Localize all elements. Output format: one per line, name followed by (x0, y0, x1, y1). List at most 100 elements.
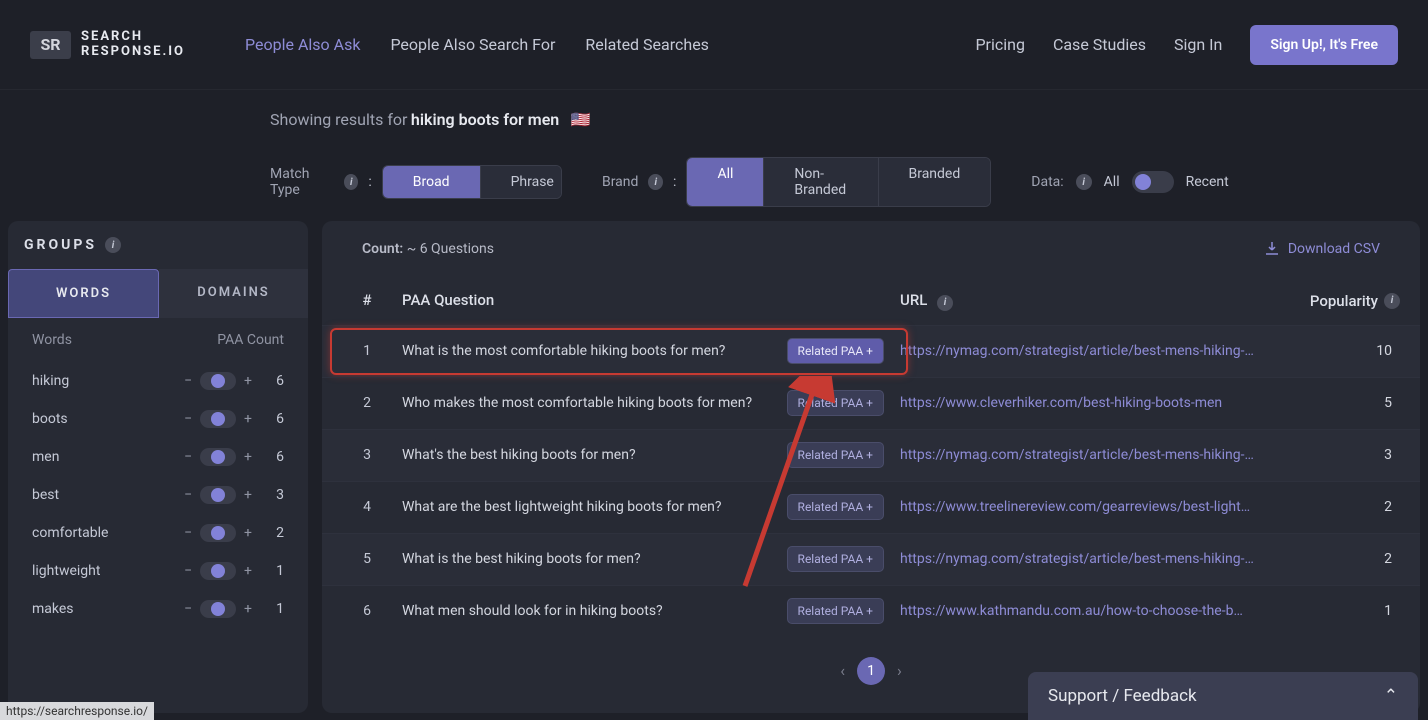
word-text: lightweight (32, 563, 184, 579)
minus-button[interactable]: − (184, 563, 192, 579)
minus-button[interactable]: − (184, 373, 192, 389)
table: # PAA Question URL i Popularity i 1 What… (322, 277, 1420, 637)
word-toggle[interactable] (200, 410, 236, 428)
cell-num: 3 (342, 447, 392, 463)
words-header: Words PAA Count (8, 318, 308, 362)
word-toggle[interactable] (200, 486, 236, 504)
col-question: PAA Question (392, 291, 900, 311)
plus-button[interactable]: + (244, 449, 252, 465)
cell-question: What men should look for in hiking boots… (392, 598, 900, 624)
word-text: men (32, 449, 184, 465)
word-control: − + 6 (184, 372, 284, 390)
nav-case-studies[interactable]: Case Studies (1053, 35, 1146, 54)
related-paa-button[interactable]: Related PAA + (787, 546, 884, 572)
nav-people-also-ask[interactable]: People Also Ask (245, 35, 360, 54)
download-csv-button[interactable]: Download CSV (1264, 241, 1380, 257)
cell-question: What is the best hiking boots for men? R… (392, 546, 900, 572)
minus-button[interactable]: − (184, 411, 192, 427)
minus-button[interactable]: − (184, 449, 192, 465)
cell-question: What's the best hiking boots for men? Re… (392, 442, 900, 468)
cell-num: 2 (342, 395, 392, 411)
content: Count: ~ 6 Questions Download CSV # PAA … (322, 221, 1420, 713)
data-toggle[interactable] (1132, 171, 1174, 193)
word-toggle[interactable] (200, 562, 236, 580)
brand-label: Brand (602, 174, 638, 190)
minus-button[interactable]: − (184, 601, 192, 617)
related-paa-button[interactable]: Related PAA + (787, 494, 884, 520)
match-phrase-button[interactable]: Phrase (481, 166, 562, 198)
cell-popularity: 10 (1290, 343, 1400, 359)
cell-question: Who makes the most comfortable hiking bo… (392, 390, 900, 416)
table-row: 5 What is the best hiking boots for men?… (322, 533, 1420, 585)
info-icon[interactable]: i (105, 237, 121, 253)
question-text: What's the best hiking boots for men? (402, 447, 636, 463)
header: SR SEARCH RESPONSE.IO People Also Ask Pe… (0, 0, 1428, 90)
cell-popularity: 5 (1290, 395, 1400, 411)
cell-url[interactable]: https://nymag.com/strategist/article/bes… (900, 551, 1290, 567)
plus-button[interactable]: + (244, 411, 252, 427)
word-toggle[interactable] (200, 600, 236, 618)
word-toggle[interactable] (200, 448, 236, 466)
cell-popularity: 3 (1290, 447, 1400, 463)
nav-sign-in[interactable]: Sign In (1174, 35, 1222, 54)
info-icon[interactable]: i (648, 174, 663, 190)
feedback-label: Support / Feedback (1048, 686, 1197, 706)
word-row: best − + 3 (8, 476, 308, 514)
logo[interactable]: SR SEARCH RESPONSE.IO (30, 30, 185, 59)
cell-url[interactable]: https://nymag.com/strategist/article/bes… (900, 447, 1290, 463)
table-row: 2 Who makes the most comfortable hiking … (322, 377, 1420, 429)
info-icon[interactable]: i (937, 295, 953, 311)
page-number[interactable]: 1 (857, 657, 885, 685)
cell-popularity: 1 (1290, 603, 1400, 619)
plus-button[interactable]: + (244, 563, 252, 579)
related-paa-button[interactable]: Related PAA + (787, 390, 884, 416)
brand-nonbranded-button[interactable]: Non-Branded (764, 158, 878, 206)
word-toggle[interactable] (200, 372, 236, 390)
related-paa-button[interactable]: Related PAA + (787, 442, 884, 468)
minus-button[interactable]: − (184, 487, 192, 503)
word-count: 2 (260, 525, 284, 541)
match-broad-button[interactable]: Broad (383, 166, 481, 198)
showing-query: hiking boots for men (411, 110, 559, 129)
related-paa-button[interactable]: Related PAA + (787, 338, 884, 364)
content-top: Count: ~ 6 Questions Download CSV (322, 221, 1420, 277)
nav-people-also-search-for[interactable]: People Also Search For (390, 35, 555, 54)
word-control: − + 1 (184, 562, 284, 580)
nav-right: Pricing Case Studies Sign In Sign Up!, I… (975, 25, 1398, 65)
minus-button[interactable]: − (184, 525, 192, 541)
plus-button[interactable]: + (244, 601, 252, 617)
nav-related-searches[interactable]: Related Searches (585, 35, 709, 54)
question-text: What is the most comfortable hiking boot… (402, 343, 725, 359)
word-control: − + 1 (184, 600, 284, 618)
related-paa-button[interactable]: Related PAA + (787, 598, 884, 624)
data-toggle-group: Data: i All Recent (1031, 171, 1228, 193)
chevron-up-icon: ⌃ (1384, 686, 1398, 706)
word-toggle[interactable] (200, 524, 236, 542)
cell-url[interactable]: https://www.treelinereview.com/gearrevie… (900, 499, 1290, 515)
plus-button[interactable]: + (244, 525, 252, 541)
plus-button[interactable]: + (244, 487, 252, 503)
plus-button[interactable]: + (244, 373, 252, 389)
feedback-button[interactable]: Support / Feedback ⌃ (1028, 672, 1418, 720)
cell-url[interactable]: https://nymag.com/strategist/article/bes… (900, 343, 1290, 359)
brand-segment: All Non-Branded Branded (686, 157, 991, 207)
col-num: # (342, 291, 392, 311)
match-type-label: Match Type (270, 166, 334, 198)
word-text: comfortable (32, 525, 184, 541)
tab-words[interactable]: WORDS (8, 269, 159, 318)
signup-button[interactable]: Sign Up!, It's Free (1250, 25, 1398, 65)
page-prev-button[interactable]: ‹ (840, 661, 845, 680)
brand-all-button[interactable]: All (687, 158, 764, 206)
nav-pricing[interactable]: Pricing (975, 35, 1025, 54)
info-icon[interactable]: i (1384, 293, 1400, 309)
page-next-button[interactable]: › (897, 661, 902, 680)
tab-domains[interactable]: DOMAINS (159, 269, 308, 318)
info-icon[interactable]: i (1076, 174, 1092, 190)
cell-url[interactable]: https://www.cleverhiker.com/best-hiking-… (900, 395, 1290, 411)
sidebar-header: GROUPS i (8, 221, 308, 269)
brand-branded-button[interactable]: Branded (879, 158, 991, 206)
cell-num: 5 (342, 551, 392, 567)
filter-row: Match Type i: Broad Phrase Brand i: All … (0, 139, 1428, 221)
info-icon[interactable]: i (344, 174, 358, 190)
cell-url[interactable]: https://www.kathmandu.com.au/how-to-choo… (900, 603, 1290, 619)
